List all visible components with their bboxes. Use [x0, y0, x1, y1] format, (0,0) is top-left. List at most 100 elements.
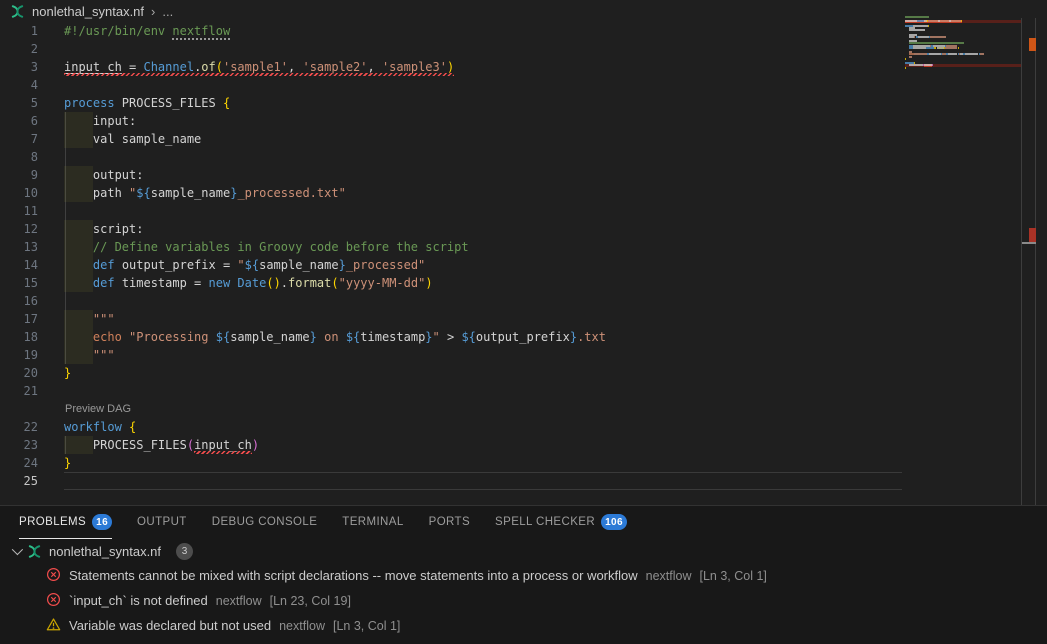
tab-problems[interactable]: PROBLEMS16	[19, 506, 112, 539]
code-line-content[interactable]	[64, 148, 902, 166]
code-line-content[interactable]: PROCESS_FILES(input_ch)	[64, 436, 902, 454]
code-token: Date	[237, 276, 266, 290]
code-line[interactable]: 4	[0, 76, 1047, 94]
indent-spaces	[64, 240, 93, 254]
code-line[interactable]: 19 """	[0, 346, 1047, 364]
code-line-content[interactable]: }	[64, 364, 902, 382]
minimap-code-segment	[905, 67, 906, 69]
code-line[interactable]: 13 // Define variables in Groovy code be…	[0, 238, 1047, 256]
code-line[interactable]: 2	[0, 40, 1047, 58]
minimap-code-segment	[958, 47, 959, 49]
problem-row[interactable]: `input_ch` is not definednextflow[Ln 23,…	[0, 588, 1047, 613]
code-line[interactable]: 20}	[0, 364, 1047, 382]
code-line[interactable]: 18 echo "Processing ${sample_name} on ${…	[0, 328, 1047, 346]
problem-source: nextflow	[646, 569, 692, 583]
code-line[interactable]: 22workflow {	[0, 418, 1047, 436]
code-text: def timestamp = new Date().format("yyyy-…	[64, 274, 433, 292]
breadcrumb-file-name[interactable]: nonlethal_syntax.nf	[32, 4, 144, 19]
code-line-content[interactable]: workflow {	[64, 418, 902, 436]
code-line[interactable]: 21	[0, 382, 1047, 400]
code-line[interactable]: 10 path "${sample_name}_processed.txt"	[0, 184, 1047, 202]
tab-label: OUTPUT	[137, 516, 187, 528]
line-number: 10	[0, 184, 64, 202]
problem-message: Variable was declared but not used	[69, 618, 271, 633]
code-line-content[interactable]: }	[64, 454, 902, 472]
code-line[interactable]: 11	[0, 202, 1047, 220]
code-line-content[interactable]: def timestamp = new Date().format("yyyy-…	[64, 274, 902, 292]
code-line[interactable]: 24}	[0, 454, 1047, 472]
minimap-code-segment	[928, 25, 929, 27]
code-line-content[interactable]: def output_prefix = "${sample_name}_proc…	[64, 256, 902, 274]
code-line-content[interactable]: output:	[64, 166, 902, 184]
code-line-content[interactable]: echo "Processing ${sample_name} on ${tim…	[64, 328, 902, 346]
code-line[interactable]: 3input_ch = Channel.of('sample1', 'sampl…	[0, 58, 1047, 76]
problems-file-group[interactable]: nonlethal_syntax.nf 3	[0, 539, 1047, 563]
indent-guide	[65, 148, 66, 166]
code-line-content[interactable]	[64, 472, 902, 490]
indent-spaces	[64, 114, 93, 128]
code-line[interactable]: 6 input:	[0, 112, 1047, 130]
code-line-content[interactable]	[64, 76, 902, 94]
code-text: // Define variables in Groovy code befor…	[64, 238, 469, 256]
breadcrumb-more[interactable]: ...	[162, 4, 173, 19]
code-line-content[interactable]	[64, 292, 902, 310]
code-line[interactable]: 1#!/usr/bin/env nextflow	[0, 22, 1047, 40]
problem-message: Statements cannot be mixed with script d…	[69, 568, 638, 583]
code-line-content[interactable]	[64, 202, 902, 220]
code-line[interactable]: 7 val sample_name	[0, 130, 1047, 148]
tab-badge: 106	[601, 514, 627, 530]
code-token: path	[93, 186, 129, 200]
code-line[interactable]: 16	[0, 292, 1047, 310]
code-token: 'sample2'	[302, 60, 367, 74]
code-editor[interactable]: 1#!/usr/bin/env nextflow23input_ch = Cha…	[0, 22, 1047, 505]
tab-output[interactable]: OUTPUT	[137, 506, 187, 539]
code-line[interactable]: 9 output:	[0, 166, 1047, 184]
code-line-content[interactable]: """	[64, 310, 902, 328]
code-token: output_prefix =	[122, 258, 238, 272]
code-line[interactable]: 17 """	[0, 310, 1047, 328]
code-line[interactable]: 25	[0, 472, 1047, 490]
code-token: {	[129, 420, 136, 434]
indent-guide	[65, 292, 66, 310]
code-line-content[interactable]	[64, 40, 902, 58]
error-icon	[46, 592, 61, 610]
tab-debug-console[interactable]: DEBUG CONSOLE	[212, 506, 318, 539]
code-token: input_ch	[64, 60, 122, 74]
tab-spell-checker[interactable]: SPELL CHECKER106	[495, 506, 627, 539]
code-line-content[interactable]: #!/usr/bin/env nextflow	[64, 22, 902, 40]
line-number: 5	[0, 94, 64, 112]
code-line-content[interactable]: script:	[64, 220, 902, 238]
line-number: 20	[0, 364, 64, 382]
code-line[interactable]: 23 PROCESS_FILES(input_ch)	[0, 436, 1047, 454]
minimap-code-segment	[928, 20, 937, 22]
problem-row[interactable]: Statements cannot be mixed with script d…	[0, 563, 1047, 588]
code-line-content[interactable]: path "${sample_name}_processed.txt"	[64, 184, 902, 202]
code-line-content[interactable]	[64, 382, 902, 400]
code-line-content[interactable]: process PROCESS_FILES {	[64, 94, 902, 112]
code-line-content[interactable]: """	[64, 346, 902, 364]
problem-row[interactable]: Variable was declared but not usednextfl…	[0, 613, 1047, 638]
indent-spaces	[64, 348, 93, 362]
line-number: 1	[0, 22, 64, 40]
code-token: 'sample3'	[382, 60, 447, 74]
line-number: 6	[0, 112, 64, 130]
chevron-down-icon[interactable]	[12, 544, 23, 555]
code-line[interactable]: 5process PROCESS_FILES {	[0, 94, 1047, 112]
codelens-preview-dag[interactable]: Preview DAG	[0, 400, 1047, 418]
line-number: 15	[0, 274, 64, 292]
line-number: 18	[0, 328, 64, 346]
indent-spaces	[64, 186, 93, 200]
code-line[interactable]: 15 def timestamp = new Date().format("yy…	[0, 274, 1047, 292]
tab-ports[interactable]: PORTS	[429, 506, 470, 539]
code-token: =	[122, 60, 144, 74]
code-line-content[interactable]: input:	[64, 112, 902, 130]
tab-terminal[interactable]: TERMINAL	[342, 506, 403, 539]
minimap[interactable]	[905, 16, 1021, 78]
code-line-content[interactable]: val sample_name	[64, 130, 902, 148]
indent-spaces	[64, 276, 93, 290]
code-line[interactable]: 14 def output_prefix = "${sample_name}_p…	[0, 256, 1047, 274]
code-line[interactable]: 12 script:	[0, 220, 1047, 238]
code-line-content[interactable]: // Define variables in Groovy code befor…	[64, 238, 902, 256]
code-line[interactable]: 8	[0, 148, 1047, 166]
code-line-content[interactable]: input_ch = Channel.of('sample1', 'sample…	[64, 58, 902, 76]
